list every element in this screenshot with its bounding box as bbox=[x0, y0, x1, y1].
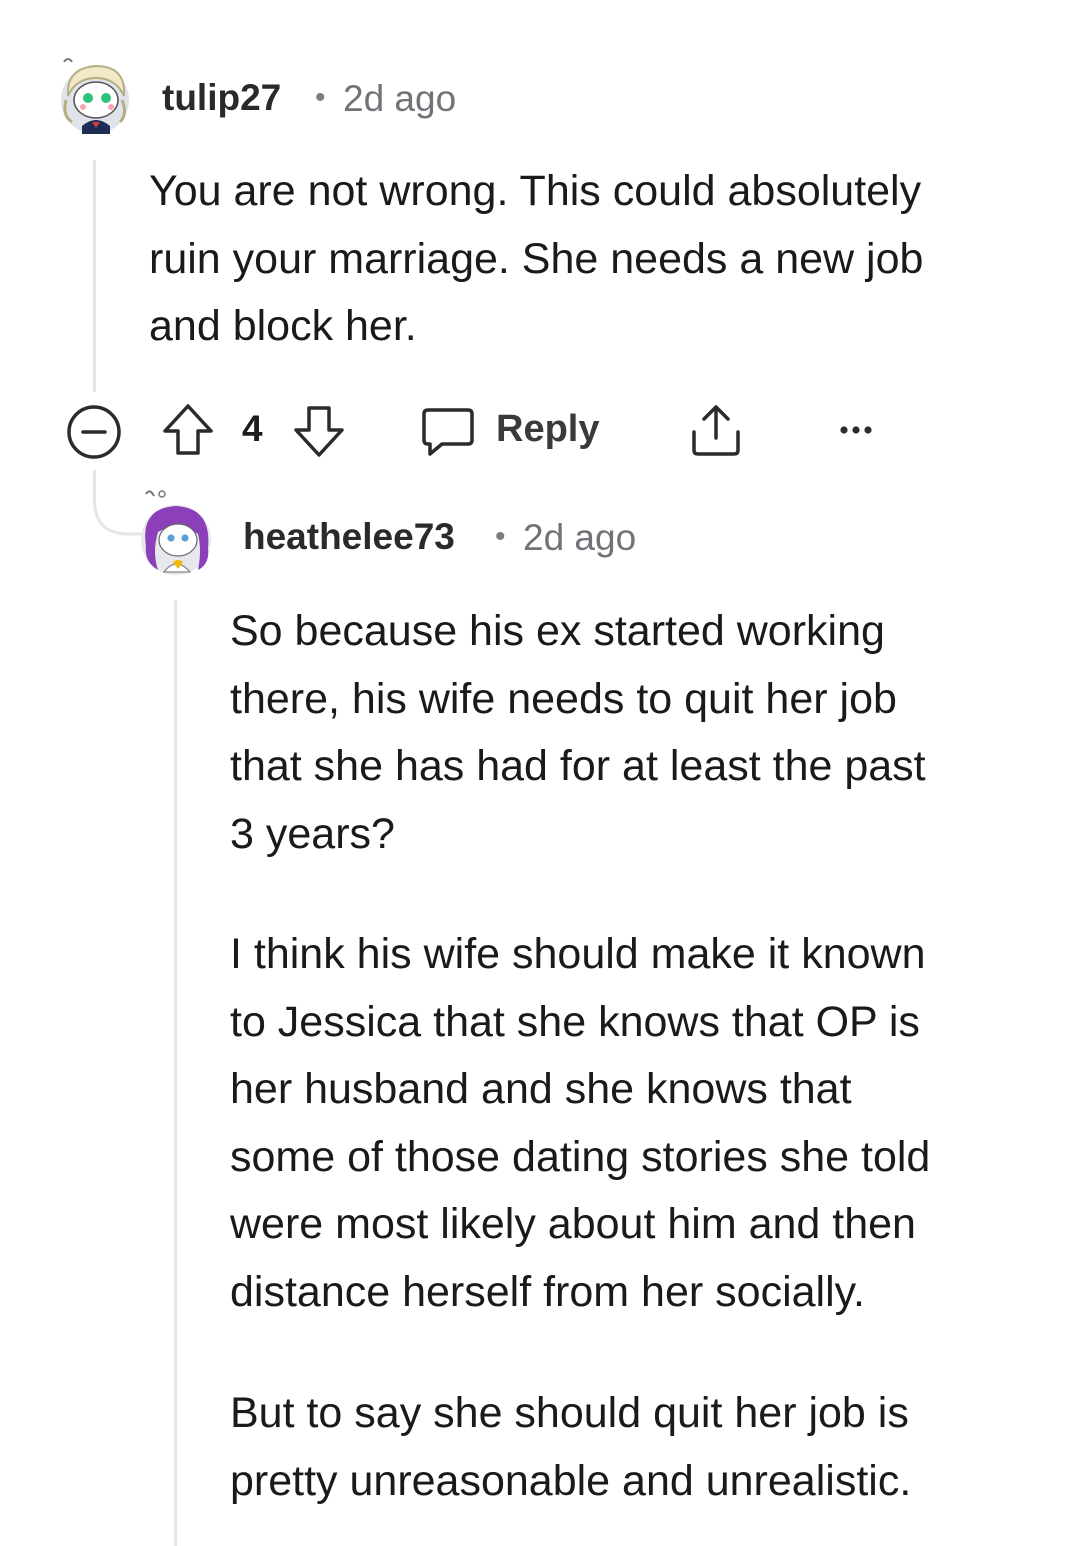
comment-paragraph: But to say she should quit her job is pr… bbox=[230, 1389, 912, 1505]
share-icon[interactable] bbox=[688, 402, 744, 460]
more-options-icon[interactable] bbox=[836, 420, 876, 440]
comment-body: You are not wrong. This could absolutely… bbox=[149, 167, 924, 350]
comment-paragraph: I think his wife should make it known to… bbox=[230, 930, 931, 1316]
avatar-heathelee73-icon[interactable] bbox=[138, 490, 214, 578]
avatar-tulip27-icon[interactable] bbox=[56, 56, 134, 136]
timestamp: 2d ago bbox=[523, 517, 637, 558]
thread-line[interactable] bbox=[93, 160, 96, 392]
timestamp: 2d ago bbox=[343, 78, 457, 119]
reply-button[interactable]: Reply bbox=[420, 400, 610, 462]
upvote-icon[interactable] bbox=[160, 401, 216, 459]
downvote-icon[interactable] bbox=[291, 402, 347, 460]
vote-count: 4 bbox=[242, 408, 263, 449]
collapse-icon[interactable] bbox=[66, 404, 122, 460]
reply-icon bbox=[422, 408, 474, 456]
username[interactable]: tulip27 bbox=[162, 77, 281, 119]
username[interactable]: heathelee73 bbox=[243, 516, 455, 558]
reply-label: Reply bbox=[496, 408, 600, 450]
thread-line[interactable] bbox=[174, 600, 177, 1546]
meta-separator: • bbox=[495, 520, 506, 553]
meta-separator: • bbox=[315, 81, 326, 114]
comment-paragraph: So because his ex started working there,… bbox=[230, 607, 926, 858]
